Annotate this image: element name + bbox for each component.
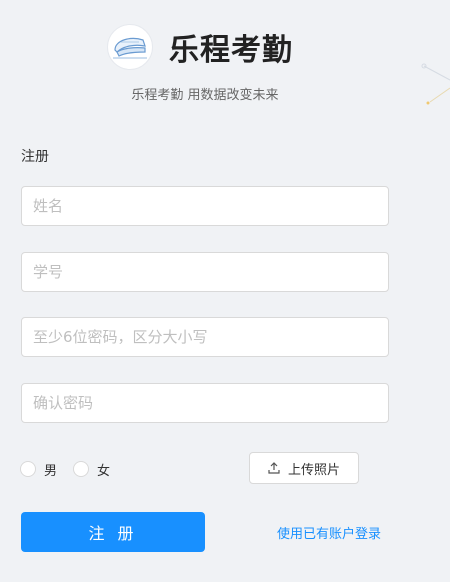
upload-photo-button[interactable]: 上传照片 xyxy=(249,452,359,484)
gender-option-female[interactable]: 女 xyxy=(73,460,110,479)
form-heading: 注册 xyxy=(21,149,49,165)
name-input[interactable] xyxy=(21,186,389,226)
register-button[interactable]: 注 册 xyxy=(21,512,205,552)
app-title: 乐程考勤 xyxy=(169,33,293,68)
upload-icon xyxy=(268,462,280,474)
gender-radio-group: 男 女 xyxy=(20,459,126,479)
app-subtitle: 乐程考勤 用数据改变未来 xyxy=(131,88,279,103)
gender-male-label: 男 xyxy=(44,463,58,479)
app-logo xyxy=(107,24,153,70)
login-existing-account-link[interactable]: 使用已有账户登录 xyxy=(277,523,381,542)
password-input[interactable] xyxy=(21,317,389,357)
confirm-password-input[interactable] xyxy=(21,383,389,423)
background-decoration xyxy=(421,63,450,105)
student-id-input[interactable] xyxy=(21,252,389,292)
upload-photo-label: 上传照片 xyxy=(287,462,340,478)
gender-female-label: 女 xyxy=(97,463,111,479)
brand-header: 乐程考勤 xyxy=(0,24,400,70)
radio-male[interactable] xyxy=(20,461,36,477)
logo-icon xyxy=(113,37,147,59)
gender-option-male[interactable]: 男 xyxy=(20,460,57,479)
radio-female[interactable] xyxy=(73,461,90,477)
